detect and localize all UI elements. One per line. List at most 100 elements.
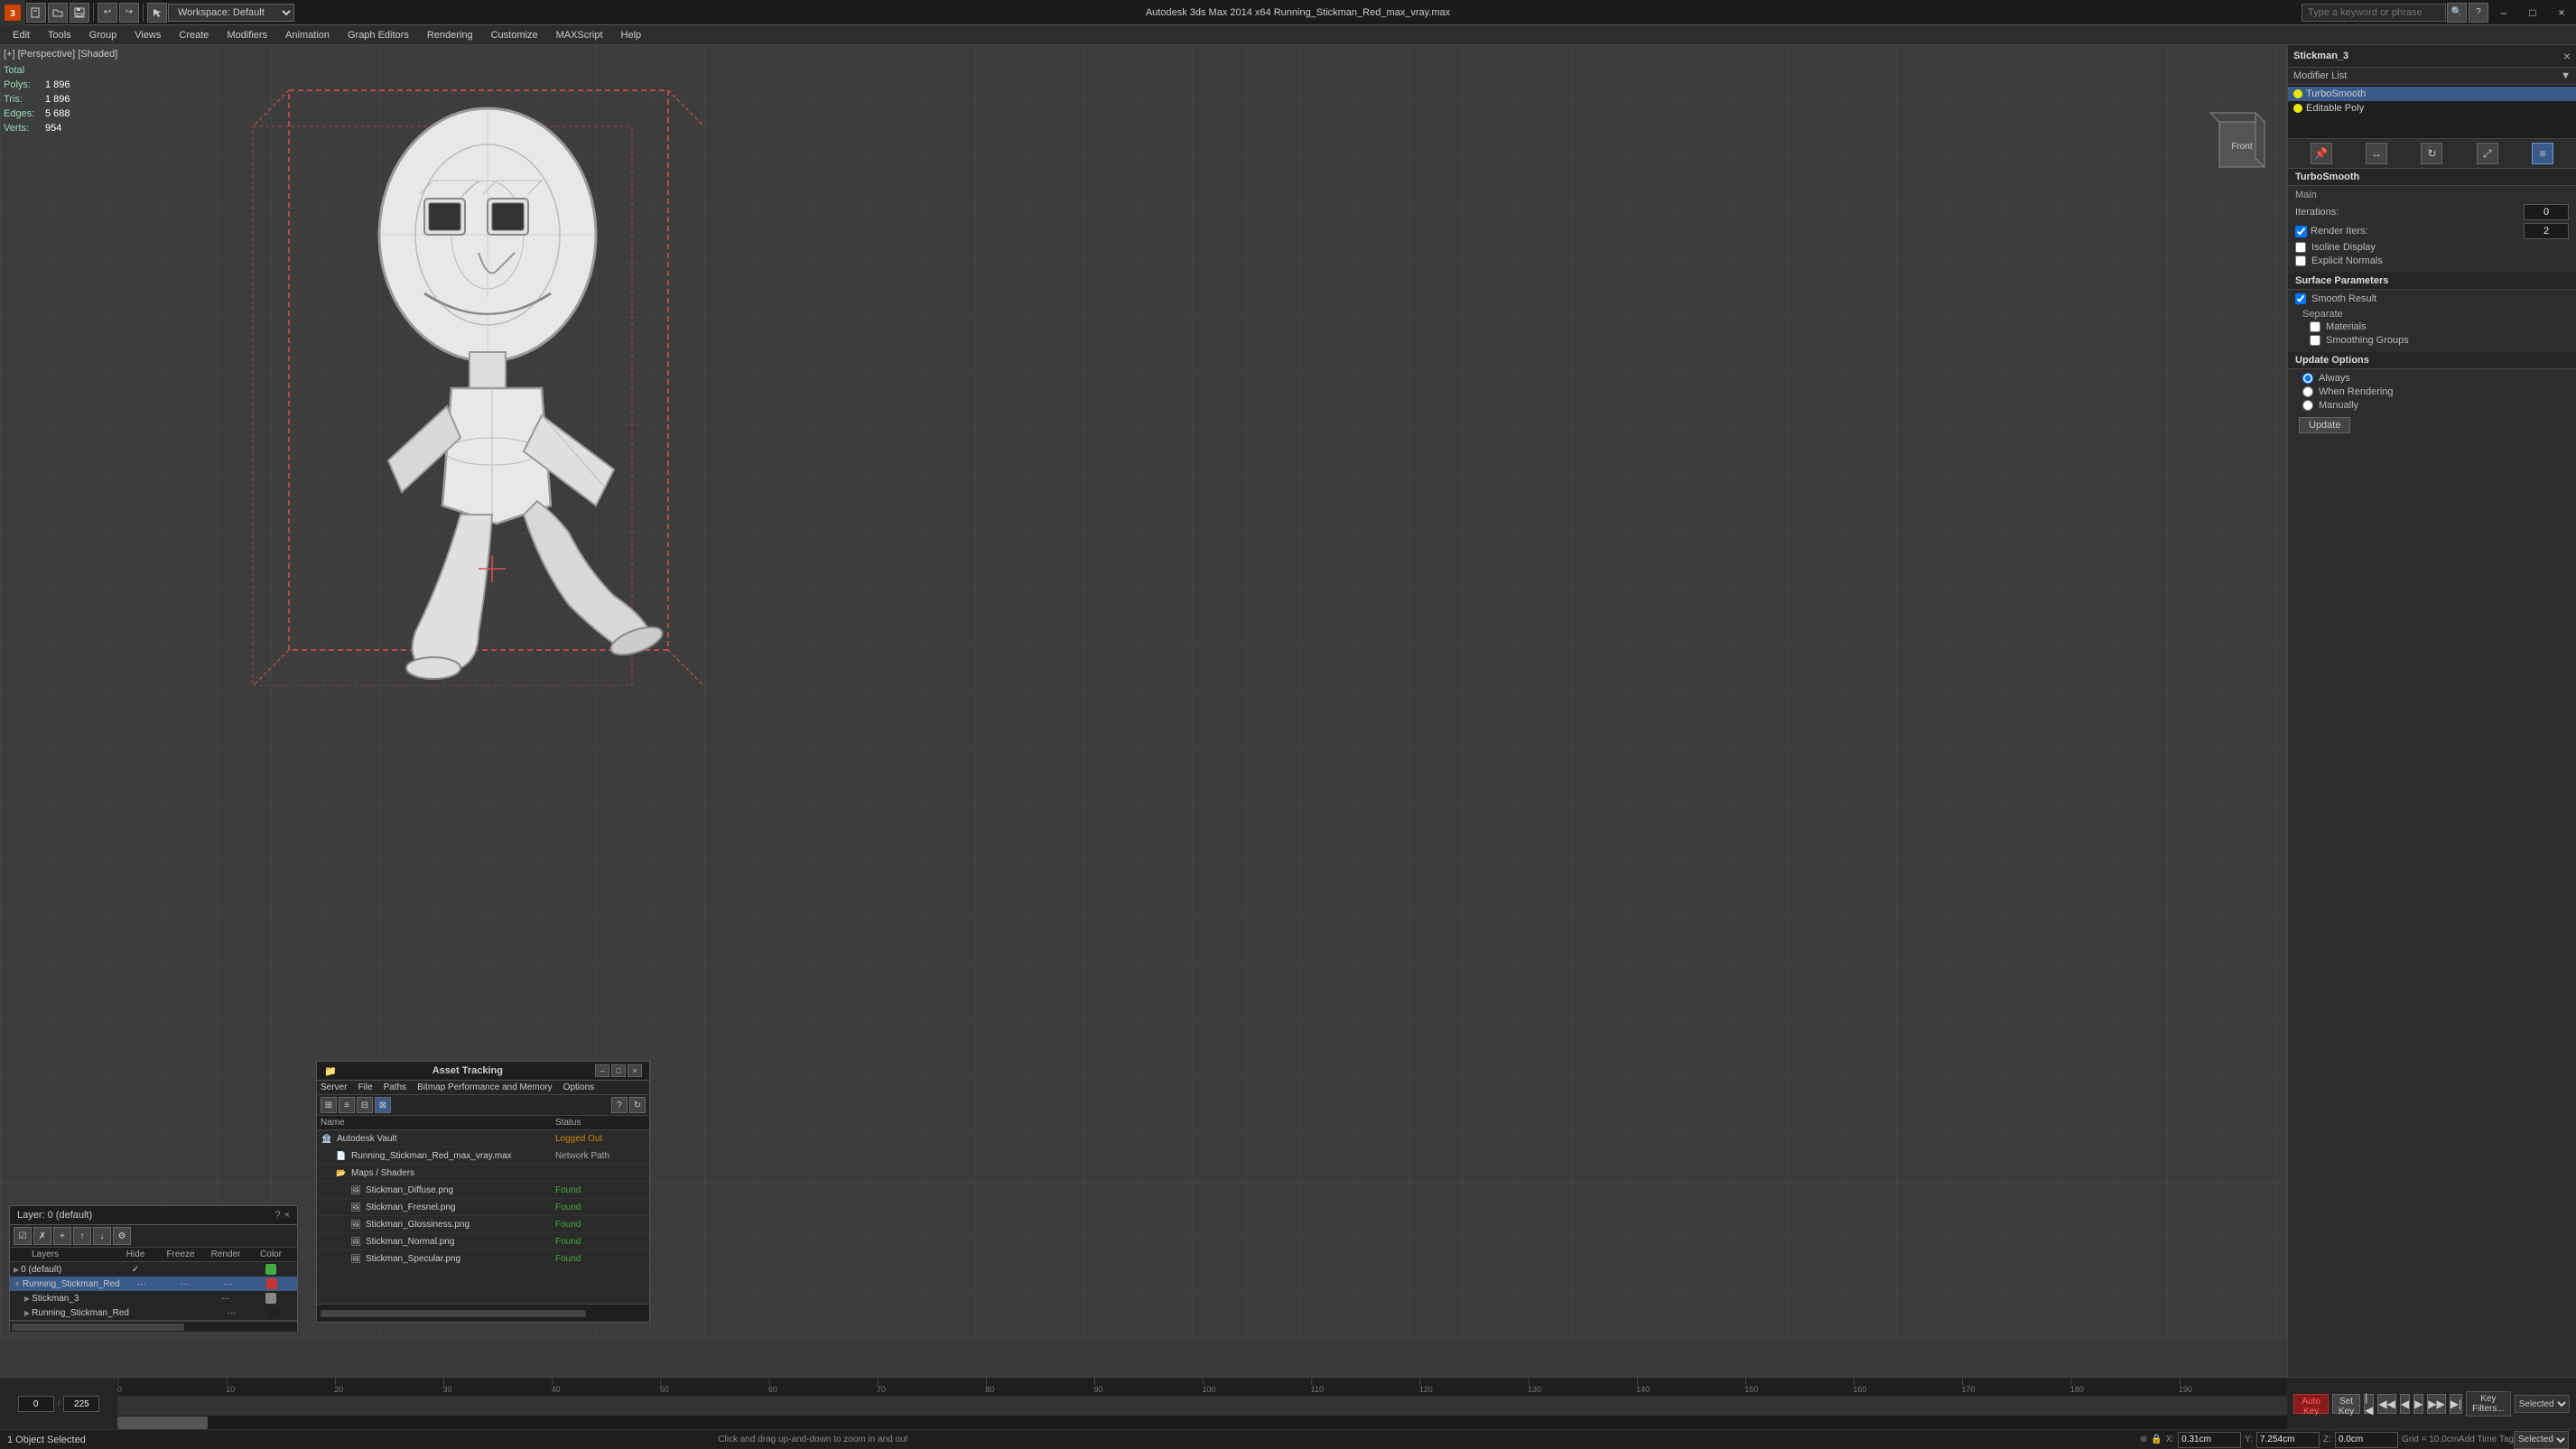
manually-radio[interactable]: [2302, 400, 2313, 411]
menu-tools[interactable]: Tools: [39, 25, 80, 45]
z-coord-input[interactable]: [2335, 1432, 2398, 1448]
asset-menu-options[interactable]: Options: [563, 1082, 594, 1092]
y-coord-input[interactable]: [2256, 1432, 2320, 1448]
key-filters-btn[interactable]: Key Filters...: [2466, 1391, 2511, 1416]
when-rendering-radio[interactable]: [2302, 386, 2313, 397]
menu-customize[interactable]: Customize: [482, 25, 547, 45]
update-options-title[interactable]: Update Options: [2288, 352, 2576, 369]
rp-rotate-icon[interactable]: ↻: [2421, 143, 2442, 164]
play-btn[interactable]: ▶: [2413, 1394, 2423, 1414]
surface-params-title[interactable]: Surface Parameters: [2288, 273, 2576, 290]
layer-row-rsm-sub[interactable]: ▶ Running_Stickman_Red ···: [10, 1305, 297, 1320]
nav-cube[interactable]: Front: [2206, 104, 2278, 176]
layers-tb-icon6[interactable]: ⚙: [113, 1227, 131, 1245]
layers-tb-icon1[interactable]: ☑: [14, 1227, 32, 1245]
total-frames-input[interactable]: [63, 1396, 99, 1412]
layer-row-stickman3[interactable]: ▶ Stickman_3 ···: [10, 1291, 297, 1305]
asset-tb-btn1[interactable]: ⊞: [321, 1097, 337, 1113]
turbosmooth-title[interactable]: TurboSmooth: [2288, 169, 2576, 186]
search-input[interactable]: [2302, 4, 2446, 22]
undo-btn[interactable]: ↩: [98, 3, 117, 23]
update-btn[interactable]: Update: [2299, 417, 2350, 433]
menu-modifiers[interactable]: Modifiers: [218, 25, 276, 45]
asset-row-maps-folder[interactable]: 📂 Maps / Shaders: [317, 1165, 649, 1182]
current-frame-input[interactable]: [18, 1396, 54, 1412]
scrollbar-thumb[interactable]: [117, 1416, 208, 1429]
menu-group[interactable]: Group: [80, 25, 126, 45]
smoothing-groups-checkbox[interactable]: [2310, 335, 2320, 346]
rp-close-btn[interactable]: ×: [2563, 49, 2571, 63]
asset-row-glossiness[interactable]: 🖼 Stickman_Glossiness.png Found: [317, 1216, 649, 1233]
layer-row-default[interactable]: ▶ 0 (default) ✓: [10, 1262, 297, 1277]
play-back-btn[interactable]: ◀: [2400, 1394, 2410, 1414]
maximize-btn[interactable]: □: [2518, 0, 2547, 25]
materials-checkbox[interactable]: [2310, 321, 2320, 332]
asset-tb-btn3[interactable]: ⊟: [357, 1097, 373, 1113]
asset-menu-paths[interactable]: Paths: [384, 1082, 407, 1092]
asset-tb-btn2[interactable]: ≡: [339, 1097, 355, 1113]
rp-scale-icon[interactable]: ⤢: [2477, 143, 2498, 164]
layers-help-btn[interactable]: ?: [274, 1210, 280, 1221]
prev-frame-btn[interactable]: |◀: [2364, 1394, 2374, 1414]
asset-tb-help[interactable]: ?: [611, 1097, 628, 1113]
always-radio[interactable]: [2302, 373, 2313, 384]
select-tool[interactable]: [147, 3, 167, 23]
asset-row-vault[interactable]: 🏦 Autodesk Vault Logged Out: [317, 1130, 649, 1147]
iterations-input[interactable]: [2524, 204, 2569, 220]
menu-graph-editors[interactable]: Graph Editors: [339, 25, 418, 45]
layers-tb-icon4[interactable]: ↑: [73, 1227, 91, 1245]
asset-row-specular[interactable]: 🖼 Stickman_Specular.png Found: [317, 1250, 649, 1268]
asset-panel-close[interactable]: ×: [628, 1064, 642, 1077]
menu-create[interactable]: Create: [170, 25, 218, 45]
next-key-btn[interactable]: ▶▶: [2427, 1394, 2445, 1414]
x-coord-input[interactable]: [2178, 1432, 2241, 1448]
layers-close-btn[interactable]: ×: [284, 1210, 290, 1221]
menu-edit[interactable]: Edit: [4, 25, 39, 45]
save-btn[interactable]: [70, 3, 89, 23]
asset-row-fresnel[interactable]: 🖼 Stickman_Fresnel.png Found: [317, 1199, 649, 1216]
selected-dropdown[interactable]: Selected: [2515, 1395, 2570, 1413]
modifier-turbosmooth[interactable]: TurboSmooth: [2288, 87, 2576, 101]
layers-tb-icon5[interactable]: ↓: [93, 1227, 111, 1245]
asset-panel-minimize[interactable]: –: [595, 1064, 609, 1077]
menu-maxscript[interactable]: MAXScript: [547, 25, 612, 45]
status-selected-dropdown[interactable]: Selected: [2514, 1431, 2569, 1449]
asset-tb-btn4[interactable]: ⊠: [375, 1097, 391, 1113]
help-icon[interactable]: ?: [2469, 3, 2488, 23]
close-btn[interactable]: ×: [2547, 0, 2576, 25]
workspace-dropdown[interactable]: Workspace: Default: [168, 4, 294, 22]
render-iters-input[interactable]: [2524, 223, 2569, 239]
isoline-checkbox[interactable]: [2295, 242, 2306, 253]
rp-pin-icon[interactable]: 📌: [2311, 143, 2332, 164]
asset-menu-file[interactable]: File: [358, 1082, 372, 1092]
asset-menu-bitmap[interactable]: Bitmap Performance and Memory: [417, 1082, 553, 1092]
asset-row-diffuse[interactable]: 🖼 Stickman_Diffuse.png Found: [317, 1182, 649, 1199]
rp-move-icon[interactable]: ↔: [2366, 143, 2387, 164]
asset-tb-refresh[interactable]: ↻: [629, 1097, 646, 1113]
prev-key-btn[interactable]: ◀◀: [2377, 1394, 2395, 1414]
minimize-btn[interactable]: –: [2489, 0, 2518, 25]
asset-panel-maximize[interactable]: □: [611, 1064, 626, 1077]
modifier-editable-poly[interactable]: Editable Poly: [2288, 101, 2576, 116]
menu-animation[interactable]: Animation: [276, 25, 339, 45]
track-area[interactable]: [117, 1396, 2287, 1416]
menu-help[interactable]: Help: [612, 25, 651, 45]
rp-modifier-icon[interactable]: ≡: [2532, 143, 2553, 164]
asset-row-normal[interactable]: 🖼 Stickman_Normal.png Found: [317, 1233, 649, 1250]
timeline-scrollbar[interactable]: [117, 1416, 2287, 1430]
modifier-dropdown-arrow[interactable]: ▼: [2561, 70, 2571, 81]
asset-menu-server[interactable]: Server: [321, 1082, 347, 1092]
render-iters-checkbox[interactable]: [2295, 226, 2307, 237]
redo-btn[interactable]: ↪: [119, 3, 139, 23]
next-frame-btn[interactable]: ▶|: [2450, 1394, 2462, 1414]
menu-views[interactable]: Views: [126, 25, 170, 45]
open-btn[interactable]: [48, 3, 68, 23]
search-icon[interactable]: 🔍: [2447, 3, 2467, 23]
smooth-result-checkbox[interactable]: [2295, 293, 2306, 304]
menu-rendering[interactable]: Rendering: [418, 25, 482, 45]
auto-key-btn[interactable]: Auto Key: [2293, 1394, 2329, 1414]
layers-tb-icon3[interactable]: +: [53, 1227, 71, 1245]
new-btn[interactable]: [26, 3, 46, 23]
set-key-btn[interactable]: Set Key: [2332, 1394, 2360, 1414]
layer-row-running-stickman[interactable]: ▼ Running_Stickman_Red ··· ··· ···: [10, 1277, 297, 1291]
